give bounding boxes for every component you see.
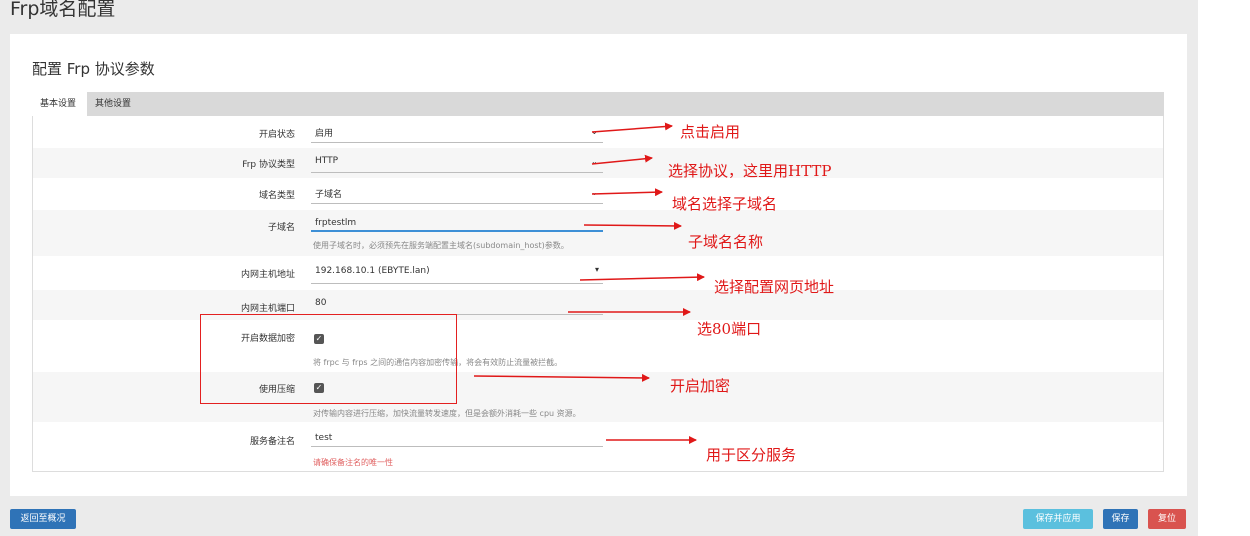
annotation-7: 开启加密 <box>670 377 731 395</box>
annotation-4: 子域名名称 <box>688 233 764 251</box>
annotation-arrows <box>473 122 705 444</box>
annotation-1: 点击启用 <box>680 123 741 141</box>
save-button[interactable]: 保存 <box>1103 509 1138 529</box>
annotation-3: 域名选择子域名 <box>672 195 778 213</box>
annotation-2: 选择协议，这里用HTTP <box>668 162 832 180</box>
arrow-7 <box>473 373 650 382</box>
arrow-3 <box>591 188 663 197</box>
reset-button[interactable]: 复位 <box>1148 509 1186 529</box>
arrow-1 <box>591 122 673 133</box>
back-to-overview-button[interactable]: 返回至概况 <box>10 509 76 529</box>
annotation-5: 选择配置网页地址 <box>714 278 835 296</box>
arrow-4 <box>583 221 682 230</box>
arrow-2 <box>591 154 653 165</box>
annotation-6: 选80端口 <box>697 320 762 338</box>
arrow-5 <box>579 273 705 282</box>
save-and-apply-button[interactable]: 保存并应用 <box>1023 509 1093 529</box>
annotation-8: 用于区分服务 <box>706 446 797 464</box>
